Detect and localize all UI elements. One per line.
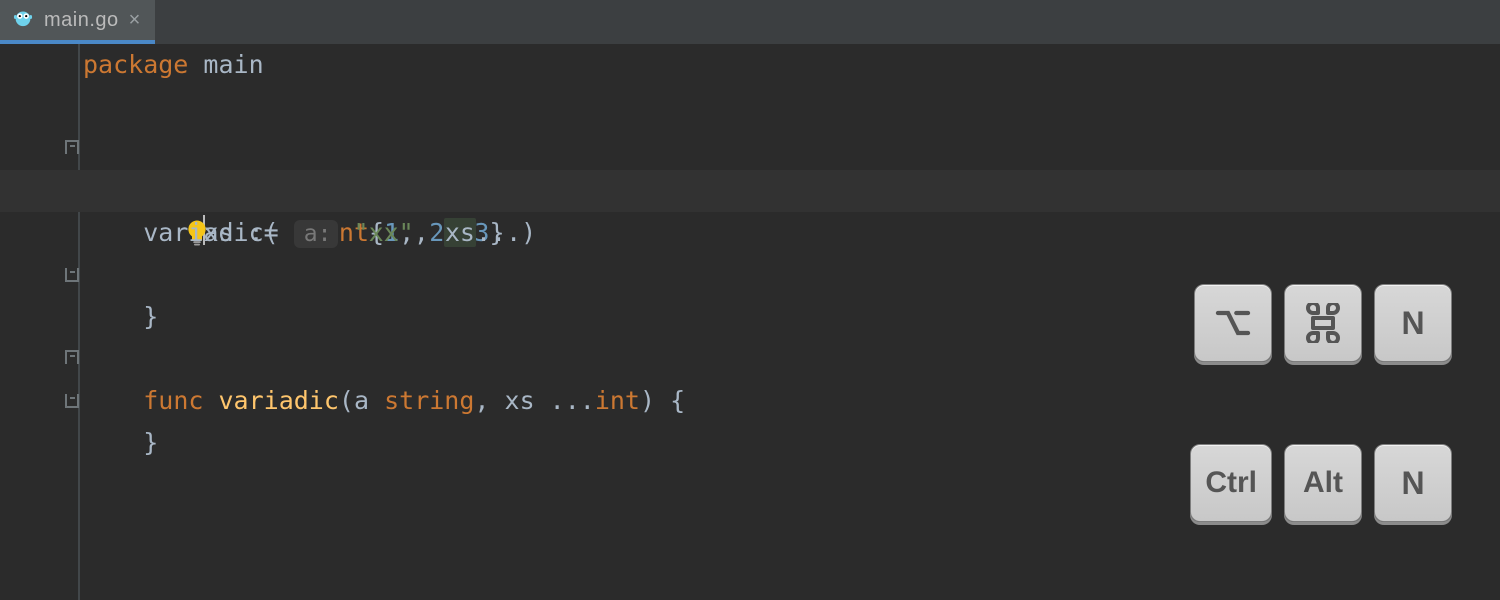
identifier: main bbox=[203, 50, 263, 79]
code-line[interactable]: variadic( a: "xx", xs...) bbox=[0, 212, 1500, 254]
key-n: N bbox=[1374, 284, 1452, 362]
fold-open-icon[interactable] bbox=[65, 350, 79, 364]
shortcut-mac: N bbox=[1194, 284, 1452, 362]
tab-main-go[interactable]: main.go × bbox=[0, 0, 155, 44]
key-ctrl: Ctrl bbox=[1190, 444, 1272, 522]
call-expression: variadic bbox=[143, 218, 263, 247]
code-line[interactable]: } bbox=[0, 380, 1500, 422]
string-literal: "xx" bbox=[354, 218, 414, 247]
editor-tabbar: main.go × bbox=[0, 0, 1500, 44]
code-line[interactable]: func callVariadic() { bbox=[0, 128, 1500, 170]
go-file-icon bbox=[12, 6, 34, 34]
parameter-hint: a: bbox=[294, 220, 339, 248]
key-n: N bbox=[1374, 444, 1452, 522]
fold-close-icon[interactable] bbox=[65, 394, 79, 408]
close-tab-icon[interactable]: × bbox=[129, 10, 141, 30]
tab-filename: main.go bbox=[44, 9, 119, 32]
code-line-active[interactable]: xs := []int{1, 2, 3} bbox=[0, 170, 1500, 212]
code-editor[interactable]: package main func callVariadic() { xs :=… bbox=[0, 44, 1500, 600]
highlighted-argument: xs bbox=[444, 218, 476, 247]
shortcut-win: Ctrl Alt N bbox=[1190, 444, 1452, 522]
key-alt: Alt bbox=[1284, 444, 1362, 522]
keyword: package bbox=[83, 50, 188, 79]
fold-close-icon[interactable] bbox=[65, 268, 79, 282]
intention-bulb-icon[interactable] bbox=[92, 176, 122, 206]
option-key-icon bbox=[1194, 284, 1272, 362]
code-line[interactable]: package main bbox=[0, 44, 1500, 86]
fold-open-icon[interactable] bbox=[65, 140, 79, 154]
code-line[interactable] bbox=[0, 86, 1500, 128]
command-key-icon bbox=[1284, 284, 1362, 362]
